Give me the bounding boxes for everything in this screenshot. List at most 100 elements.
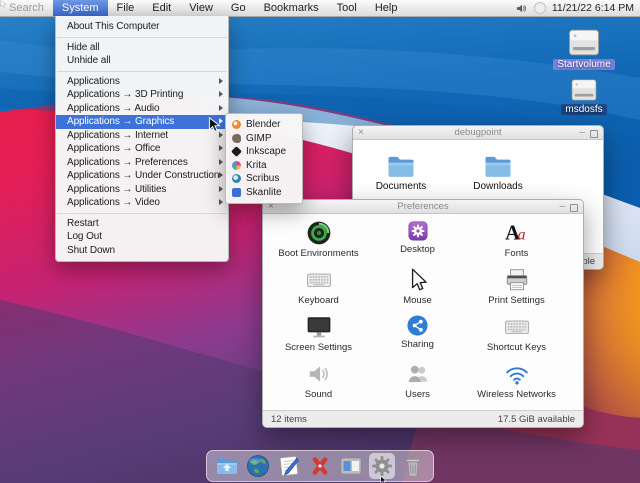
minimize-icon[interactable] (579, 126, 585, 139)
submenu-item-scribus[interactable]: Scribus (226, 172, 302, 186)
prefs-item-boot-environments[interactable]: Boot Environments (269, 218, 368, 265)
desktop-icon-label: Startvolume (553, 59, 614, 70)
prefs-item-wireless-networks[interactable]: Wireless Networks (467, 359, 566, 406)
keyboard-icon (306, 267, 332, 293)
monitor-icon (306, 314, 332, 340)
printer-icon (504, 267, 530, 293)
prefs-item-keyboard[interactable]: Keyboard (269, 265, 368, 312)
menu-edit[interactable]: Edit (143, 0, 180, 16)
debugpoint-titlebar[interactable]: debugpoint (353, 126, 603, 140)
submenu-arrow-icon (219, 159, 223, 165)
desktop: Startvolume msdosfs debugpoint Documents… (0, 0, 640, 483)
submenu-arrow-icon (219, 199, 223, 205)
menu-separator (57, 37, 227, 38)
clock[interactable]: 11/21/22 6:14 PM (552, 2, 634, 14)
menu-tool[interactable]: Tool (328, 0, 366, 16)
dock-web-browser[interactable] (245, 453, 271, 479)
menu-help[interactable]: Help (366, 0, 407, 16)
menu-view[interactable]: View (180, 0, 222, 16)
folder-icon (386, 154, 416, 179)
prefs-item-sharing[interactable]: Sharing (368, 312, 467, 359)
prefs-item-label: Sharing (401, 339, 434, 350)
menu-item-about[interactable]: About This Computer (56, 20, 228, 34)
prefs-item-label: Mouse (403, 295, 432, 306)
users-icon (405, 361, 431, 387)
menu-separator (57, 71, 227, 72)
prefs-item-shortcut-keys[interactable]: Shortcut Keys (467, 312, 566, 359)
submenu-arrow-icon (219, 91, 223, 97)
menu-item-applications-3d-printing[interactable]: Applications → 3D Printing (56, 88, 228, 102)
status-indicator-icon[interactable] (534, 2, 546, 14)
submenu-item-skanlite[interactable]: Skanlite (226, 186, 302, 200)
dock-file-manager[interactable] (214, 453, 240, 479)
menu-item-restart[interactable]: Restart (56, 217, 228, 231)
prefs-item-fonts[interactable]: Fonts (467, 218, 566, 265)
sharing-icon (406, 314, 429, 337)
corner-cursor-artifact-icon (0, 0, 8, 8)
volume-icon[interactable] (515, 2, 528, 15)
trash-icon (401, 454, 425, 478)
desktop-icon-label: msdosfs (561, 104, 606, 115)
skanlite-icon (232, 188, 241, 197)
prefs-item-desktop[interactable]: Desktop (368, 218, 467, 265)
boot-environments-icon (306, 220, 332, 246)
menu-item-applications-internet[interactable]: Applications → Internet (56, 129, 228, 143)
maximize-icon[interactable] (570, 204, 578, 212)
submenu-item-krita[interactable]: Krita (226, 159, 302, 173)
menu-item-applications-office[interactable]: Applications → Office (56, 142, 228, 156)
dock-utilities[interactable] (307, 453, 333, 479)
prefs-item-screen-settings[interactable]: Screen Settings (269, 312, 368, 359)
folder-downloads[interactable]: Downloads (467, 154, 529, 192)
submenu-arrow-icon (219, 172, 223, 178)
home-folder-icon (215, 454, 239, 478)
menu-item-applications-utilities[interactable]: Applications → Utilities (56, 183, 228, 197)
menu-go[interactable]: Go (222, 0, 255, 16)
submenu-item-blender[interactable]: Blender (226, 118, 302, 132)
mouse-cursor-mini-icon (380, 476, 388, 483)
submenu-item-inkscape[interactable]: Inkscape (226, 145, 302, 159)
menubar: Search System File Edit View Go Bookmark… (0, 0, 640, 17)
minimize-icon[interactable] (559, 200, 565, 213)
menu-item-applications[interactable]: Applications (56, 75, 228, 89)
menu-file[interactable]: File (108, 0, 144, 16)
system-menu: About This Computer Hide all Unhide all … (55, 16, 229, 262)
dock-trash[interactable] (400, 453, 426, 479)
desktop-icon-msdosfs[interactable]: msdosfs (548, 78, 620, 115)
prefs-item-print-settings[interactable]: Print Settings (467, 265, 566, 312)
gear-icon (370, 454, 394, 478)
menu-item-hide-all[interactable]: Hide all (56, 41, 228, 55)
menu-item-applications-audio[interactable]: Applications → Audio (56, 102, 228, 116)
menu-item-applications-under-construction[interactable]: Applications → Under Construction (56, 169, 228, 183)
folder-documents[interactable]: Documents (370, 154, 432, 192)
folder-icon (483, 154, 513, 179)
prefs-item-label: Desktop (400, 244, 435, 255)
preferences-titlebar[interactable]: Preferences (263, 200, 583, 214)
submenu-arrow-icon (219, 145, 223, 151)
menu-item-applications-graphics[interactable]: Applications → Graphics (56, 115, 228, 129)
prefs-item-label: Keyboard (298, 295, 339, 306)
hard-drive-icon (569, 78, 599, 102)
submenu-arrow-icon (219, 186, 223, 192)
desktop-icon-startvolume[interactable]: Startvolume (548, 28, 620, 70)
prefs-item-mouse[interactable]: Mouse (368, 265, 467, 312)
menu-item-unhide-all[interactable]: Unhide all (56, 54, 228, 68)
graphics-submenu: Blender GIMP Inkscape Krita Scribus Skan… (225, 113, 303, 204)
dock-system-panel[interactable] (338, 453, 364, 479)
menu-bookmarks[interactable]: Bookmarks (255, 0, 328, 16)
menu-system[interactable]: System (53, 0, 108, 16)
blender-icon (232, 120, 241, 129)
prefs-item-users[interactable]: Users (368, 359, 467, 406)
maximize-icon[interactable] (590, 130, 598, 138)
prefs-item-label: Shortcut Keys (487, 342, 546, 353)
folder-label: Downloads (473, 181, 522, 192)
close-icon[interactable] (358, 126, 364, 139)
preferences-grid: Boot Environments Desktop Fonts Keyboard… (263, 214, 583, 410)
menu-item-applications-video[interactable]: Applications → Video (56, 196, 228, 210)
dock-text-editor[interactable] (276, 453, 302, 479)
menu-item-applications-preferences[interactable]: Applications → Preferences (56, 156, 228, 170)
menu-item-shut-down[interactable]: Shut Down (56, 244, 228, 258)
menu-item-log-out[interactable]: Log Out (56, 230, 228, 244)
prefs-item-sound[interactable]: Sound (269, 359, 368, 406)
inkscape-icon (231, 146, 242, 157)
submenu-item-gimp[interactable]: GIMP (226, 132, 302, 146)
